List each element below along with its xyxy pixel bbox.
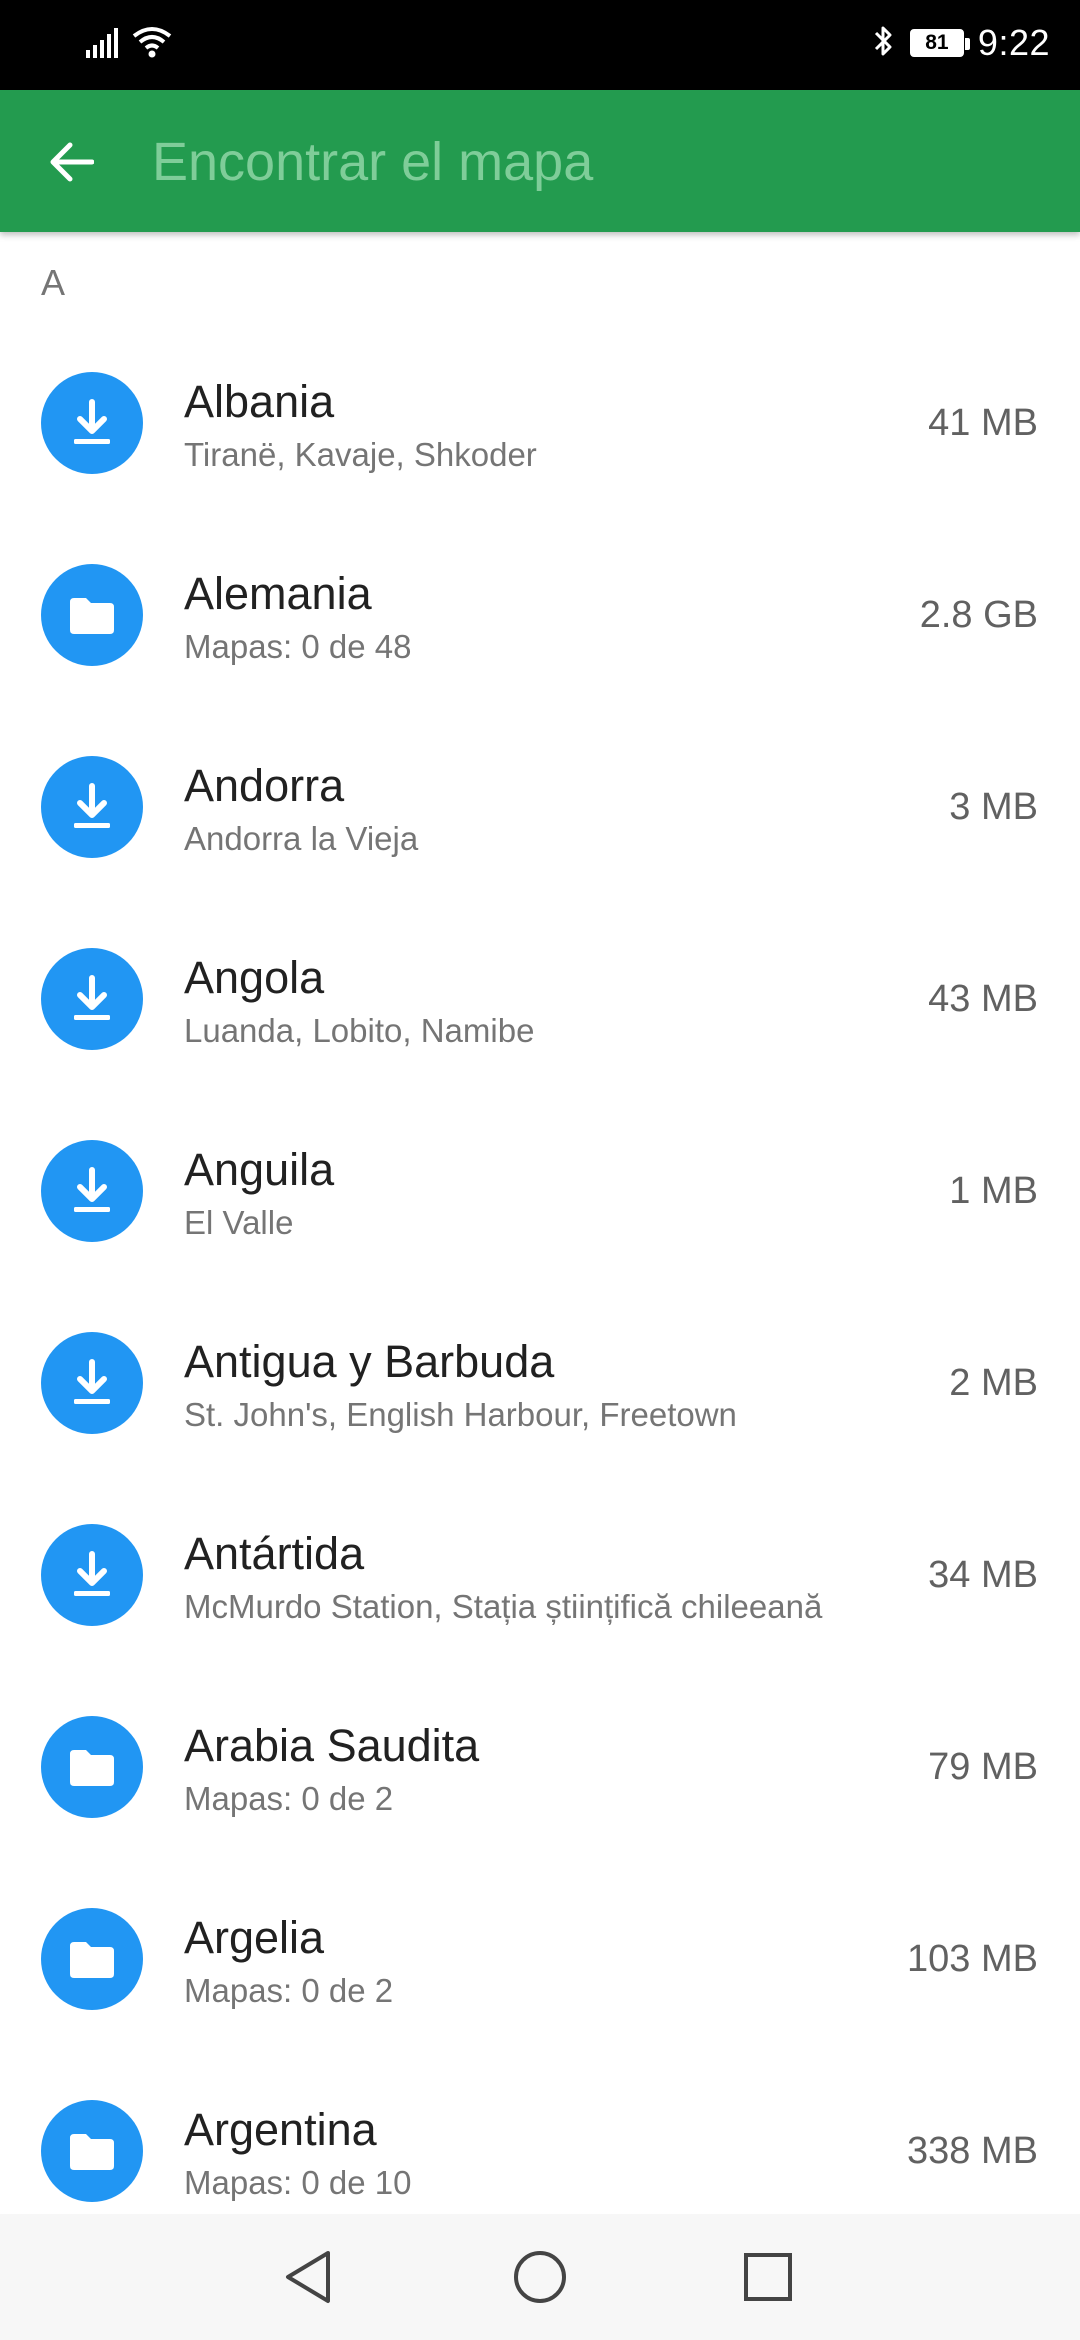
map-size: 34 MB <box>928 1554 1038 1596</box>
download-icon <box>41 372 143 474</box>
folder-icon <box>41 1716 143 1818</box>
battery-icon: 81 <box>909 29 970 57</box>
map-name: Angola <box>184 952 325 1003</box>
signal-icon <box>86 28 122 63</box>
map-name: Andorra <box>184 760 345 811</box>
map-subtitle: Luanda, Lobito, Namibe <box>184 1012 535 1049</box>
map-name: Albania <box>184 376 335 427</box>
back-triangle-icon[interactable] <box>272 2241 344 2313</box>
list-item[interactable]: Albania Tiranë, Kavaje, Shkoder 41 MB <box>0 330 1080 522</box>
map-subtitle: Andorra la Vieja <box>184 820 419 857</box>
list-item[interactable]: Argelia Mapas: 0 de 2 103 MB <box>0 1866 1080 2058</box>
download-icon <box>41 1332 143 1434</box>
list-item[interactable]: Antigua y Barbuda St. John's, English Ha… <box>0 1290 1080 1482</box>
map-name: Alemania <box>184 568 372 619</box>
folder-icon <box>41 1908 143 2010</box>
download-icon <box>41 756 143 858</box>
folder-icon <box>41 564 143 666</box>
download-icon <box>41 948 143 1050</box>
map-subtitle: El Valle <box>184 1204 294 1241</box>
map-size: 2 MB <box>949 1362 1038 1404</box>
map-name: Argelia <box>184 1912 325 1963</box>
status-left <box>86 26 172 63</box>
map-name: Arabia Saudita <box>184 1720 480 1771</box>
status-right: 81 9:22 <box>872 22 1050 64</box>
map-size: 41 MB <box>928 402 1038 444</box>
home-circle-icon[interactable] <box>504 2241 576 2313</box>
back-arrow-icon[interactable] <box>36 126 108 198</box>
status-time: 9:22 <box>977 22 1050 63</box>
list-item[interactable]: Angola Luanda, Lobito, Namibe 43 MB <box>0 906 1080 1098</box>
map-subtitle: St. John's, English Harbour, Freetown <box>184 1396 737 1433</box>
wifi-icon <box>132 26 172 63</box>
map-name: Antigua y Barbuda <box>184 1336 555 1387</box>
list-item[interactable]: Andorra Andorra la Vieja 3 MB <box>0 714 1080 906</box>
map-name: Anguila <box>184 1144 335 1195</box>
download-icon <box>41 1140 143 1242</box>
recents-square-icon[interactable] <box>732 2241 804 2313</box>
navigation-bar <box>0 2214 1080 2340</box>
search-input[interactable] <box>152 124 1032 200</box>
list-item[interactable]: Alemania Mapas: 0 de 48 2.8 GB <box>0 522 1080 714</box>
bluetooth-icon <box>872 24 896 63</box>
folder-icon <box>41 2100 143 2202</box>
map-size: 79 MB <box>928 1746 1038 1788</box>
app-bar <box>0 90 1080 232</box>
map-list: Albania Tiranë, Kavaje, Shkoder 41 MB Al… <box>0 330 1080 2250</box>
map-subtitle: Mapas: 0 de 2 <box>184 1972 394 2009</box>
map-name: Argentina <box>184 2104 377 2155</box>
download-icon <box>41 1524 143 1626</box>
map-subtitle: Tiranë, Kavaje, Shkoder <box>184 436 537 473</box>
map-size: 1 MB <box>949 1170 1038 1212</box>
list-item[interactable]: Arabia Saudita Mapas: 0 de 2 79 MB <box>0 1674 1080 1866</box>
map-name: Antártida <box>184 1528 365 1579</box>
list-item[interactable]: Antártida McMurdo Station, Stația științ… <box>0 1482 1080 1674</box>
map-size: 338 MB <box>907 2130 1038 2172</box>
map-size: 103 MB <box>907 1938 1038 1980</box>
map-subtitle: McMurdo Station, Stația științifică chil… <box>184 1588 823 1625</box>
list-item[interactable]: Anguila El Valle 1 MB <box>0 1098 1080 1290</box>
map-subtitle: Mapas: 0 de 2 <box>184 1780 394 1817</box>
map-size: 2.8 GB <box>919 594 1038 636</box>
map-size: 3 MB <box>949 786 1038 828</box>
map-subtitle: Mapas: 0 de 48 <box>184 628 412 665</box>
map-subtitle: Mapas: 0 de 10 <box>184 2164 412 2201</box>
map-size: 43 MB <box>928 978 1038 1020</box>
status-bar: 81 9:22 <box>0 0 1080 90</box>
section-header: A <box>41 262 66 303</box>
